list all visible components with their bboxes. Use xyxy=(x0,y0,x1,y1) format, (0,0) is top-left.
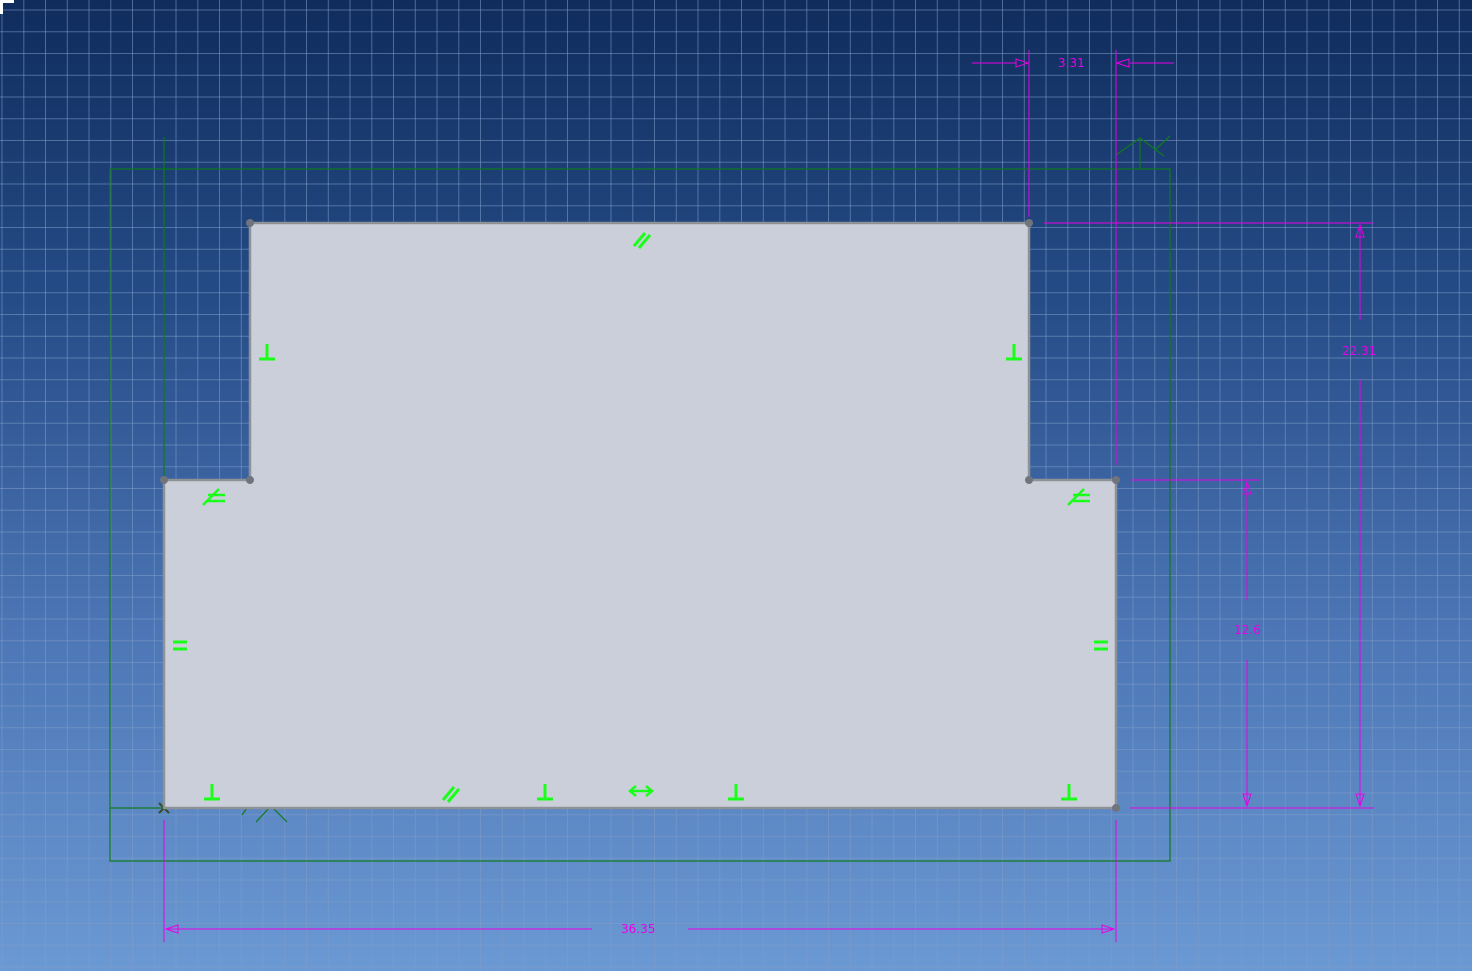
vertex-point[interactable] xyxy=(246,219,254,227)
vertex-point[interactable] xyxy=(1025,219,1033,227)
sketch-canvas[interactable]: 3.31 22.31 12.6 36.35 xyxy=(0,0,1472,971)
dimension-value-top-gap[interactable]: 3.31 xyxy=(1058,56,1085,70)
dimension-value-lower-height[interactable]: 12.6 xyxy=(1234,623,1261,637)
vertex-point[interactable] xyxy=(246,476,254,484)
vertex-point[interactable] xyxy=(1112,804,1120,812)
corner-marker-icon xyxy=(0,0,14,14)
vertex-point[interactable] xyxy=(1025,476,1033,484)
dimension-value-overall-height[interactable]: 22.31 xyxy=(1342,344,1376,358)
dimension-value-overall-width[interactable]: 36.35 xyxy=(621,922,655,936)
dimension-lower-height[interactable] xyxy=(1132,479,1260,808)
vertex-point[interactable] xyxy=(1112,476,1120,484)
vertex-point[interactable] xyxy=(160,476,168,484)
sketch-profile[interactable] xyxy=(162,221,1118,810)
